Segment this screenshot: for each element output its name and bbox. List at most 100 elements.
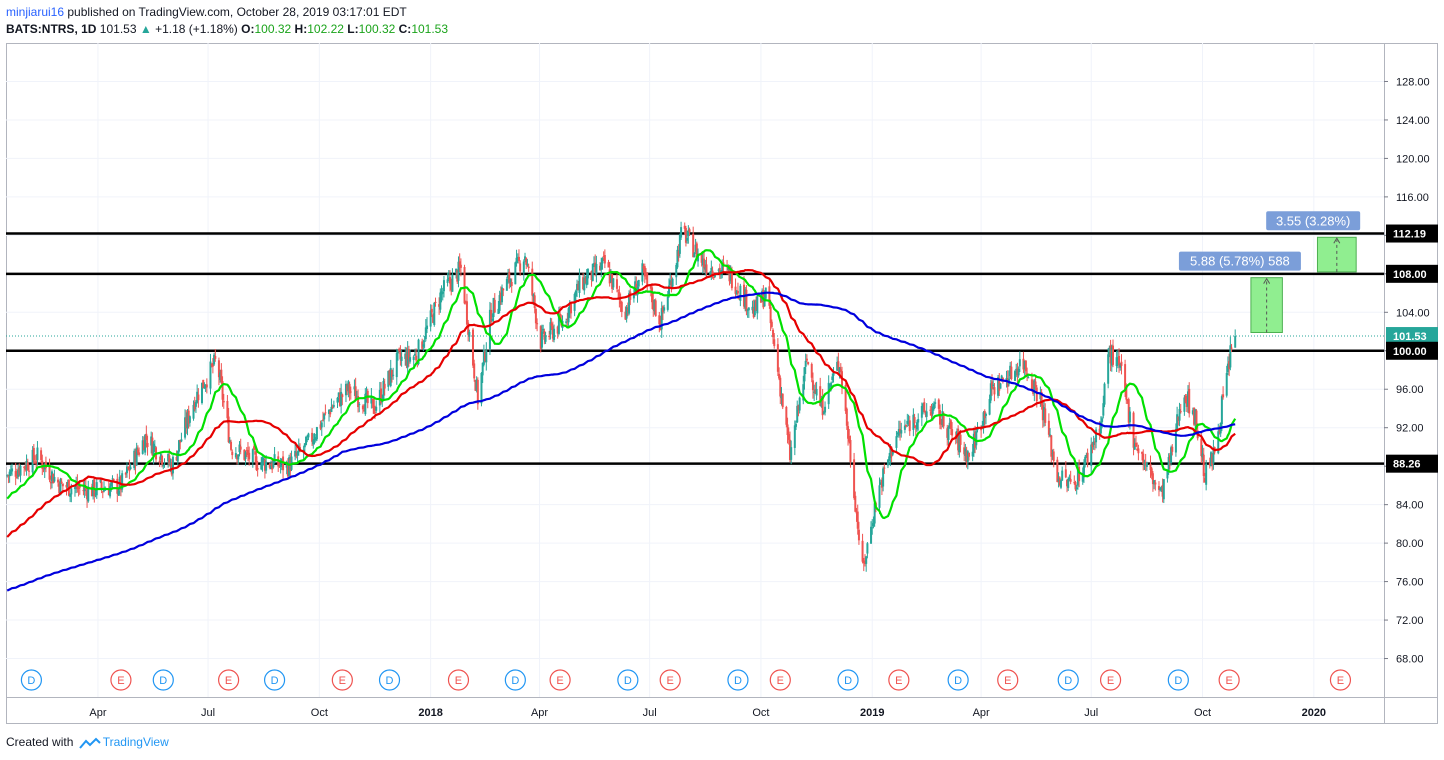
candle-body <box>101 491 104 493</box>
candle-body <box>1090 444 1093 466</box>
candle-body <box>26 462 29 471</box>
event-marker-label: E <box>117 675 124 687</box>
candle-body <box>686 237 689 241</box>
candle-body <box>854 495 857 512</box>
candle-body <box>296 451 299 456</box>
candle-body <box>429 310 432 327</box>
candle-body <box>680 227 683 238</box>
candle-body <box>565 321 568 323</box>
event-marker-label: E <box>556 675 563 687</box>
level-label: 100.00 <box>1393 346 1427 358</box>
candle-body <box>146 442 149 447</box>
candle-body <box>793 425 796 448</box>
event-markers: DEDEDEDEDEDEDEDEDEDEDEE <box>20 669 1352 691</box>
candle-body <box>882 468 885 487</box>
event-marker-label: D <box>1064 675 1072 687</box>
candle-body <box>1132 412 1135 448</box>
candle-body <box>992 384 995 386</box>
candle-body <box>776 344 779 372</box>
candle-body <box>632 294 635 299</box>
candle-body <box>951 429 954 436</box>
candle-body <box>320 422 323 428</box>
event-marker-label: E <box>1337 675 1344 687</box>
candle-body <box>231 451 234 456</box>
candle-body <box>883 467 886 469</box>
y-tick-label: 92.00 <box>1396 423 1424 435</box>
candle-body <box>937 399 940 409</box>
candle-body <box>194 402 197 407</box>
candle-body <box>485 350 488 363</box>
candle-body <box>145 433 148 441</box>
candle-body <box>798 397 801 411</box>
candle-body <box>471 329 474 366</box>
candle-body <box>375 406 378 411</box>
y-tick-label: 124.00 <box>1396 115 1430 127</box>
candle-body <box>129 467 132 470</box>
candle-body <box>917 419 920 423</box>
candle-body <box>739 285 742 301</box>
candle-body <box>188 416 191 423</box>
candle-body <box>540 331 543 348</box>
candle-body <box>654 300 657 317</box>
candle-body <box>703 258 706 269</box>
candle-body <box>769 306 772 324</box>
candle-body <box>1179 411 1182 413</box>
candle-body <box>805 358 808 361</box>
price-chart[interactable]: 5.88 (5.78%) 588 3.55 (3.28%) D E D E D E D E D E D… <box>0 0 1444 760</box>
event-marker-label: D <box>954 675 962 687</box>
candle-body <box>615 279 618 289</box>
candle-body <box>993 387 996 395</box>
candle-body <box>553 328 556 340</box>
y-tick-label: 116.00 <box>1396 192 1429 204</box>
y-tick-label: 68.00 <box>1396 654 1424 666</box>
candle-body <box>315 427 318 440</box>
time-axis[interactable]: Apr Jul Oct 2018 Apr Jul Oct 2019 Apr Jul Oct 2020 <box>89 707 1326 719</box>
event-marker-label: E <box>667 675 674 687</box>
candle-body <box>845 408 848 426</box>
candle-body <box>856 511 859 529</box>
projections: 5.88 (5.78%) 588 3.55 (3.28%) <box>1178 211 1361 333</box>
price-axis[interactable]: 68.0072.0076.0080.0084.0088.0092.0096.00… <box>1384 76 1430 666</box>
candle-body <box>341 394 344 398</box>
candle-body <box>463 267 466 304</box>
candle-body <box>423 341 426 343</box>
candle-body <box>153 445 156 447</box>
candle-body <box>109 486 112 497</box>
event-marker-label: D <box>511 675 519 687</box>
candle-body <box>321 419 324 421</box>
candle-body <box>968 452 971 457</box>
candle-body <box>693 252 696 258</box>
candle-body <box>1174 428 1177 453</box>
x-tick-label: Apr <box>973 707 990 719</box>
candle-body <box>451 274 454 292</box>
candle-body <box>1220 396 1223 425</box>
event-marker-label: E <box>1004 675 1011 687</box>
candle-body <box>811 380 814 391</box>
candle-body <box>273 454 276 464</box>
candle-body <box>307 433 310 438</box>
candle-body <box>136 449 139 453</box>
candle-body <box>340 391 343 406</box>
candle-body <box>542 328 545 331</box>
candle-body <box>779 377 782 397</box>
candle-body <box>1101 418 1104 422</box>
candle-body <box>237 454 240 460</box>
moving-averages <box>6 249 1237 592</box>
candle-body <box>595 263 598 274</box>
candle-body <box>526 264 529 266</box>
candle-body <box>203 387 206 389</box>
candle-body <box>265 461 268 471</box>
candle-body <box>803 367 806 382</box>
candle-body <box>804 360 807 367</box>
candle-body <box>790 447 793 460</box>
x-tick-label: Jul <box>201 707 215 719</box>
candle-body <box>1142 453 1145 464</box>
candle-body <box>502 288 505 291</box>
y-tick-label: 80.00 <box>1396 538 1424 550</box>
candle-body <box>358 404 361 406</box>
candle-body <box>663 307 666 311</box>
candle-body <box>138 452 141 455</box>
candle-body <box>959 434 962 445</box>
candle-body <box>261 457 264 465</box>
tradingview-brand[interactable]: TradingView <box>103 735 169 749</box>
